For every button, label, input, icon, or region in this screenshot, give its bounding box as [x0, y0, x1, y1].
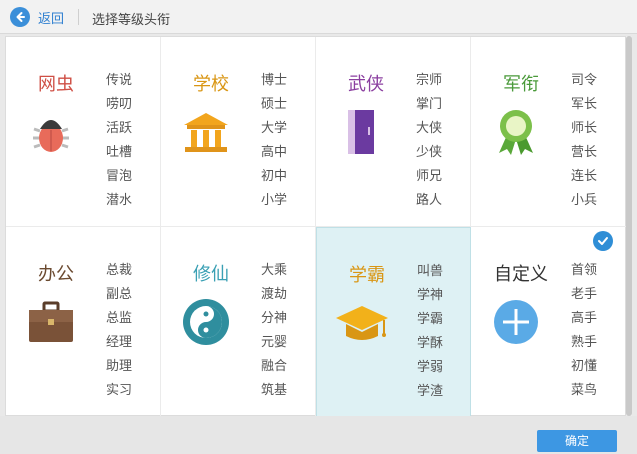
level-item: 师兄 [416, 169, 443, 184]
title-category-panel: 网虫 传说 唠叨 活跃 吐槽 冒泡 潜水 学校 博士 硕士 大学 高中 初中 小… [5, 36, 626, 417]
level-item: 学霸 [417, 312, 444, 327]
back-arrow-icon [10, 7, 30, 27]
category-card-cultivation[interactable]: 修仙 大乘 渡劫 分神 元婴 融合 筑基 [161, 227, 316, 417]
level-item: 大侠 [416, 121, 443, 136]
school-building-icon [181, 107, 231, 157]
level-item: 小兵 [571, 193, 598, 208]
level-list: 大乘 渡劫 分神 元婴 融合 筑基 [261, 259, 287, 403]
category-title: 学霸 [349, 265, 385, 286]
level-item: 宗师 [416, 73, 443, 88]
level-item: 菜鸟 [571, 383, 598, 398]
level-item: 分神 [261, 311, 288, 326]
level-item: 高中 [261, 145, 288, 160]
level-list: 传说 唠叨 活跃 吐槽 冒泡 潜水 [106, 69, 132, 213]
level-item: 师长 [571, 121, 598, 136]
medal-icon [491, 107, 541, 157]
category-card-internet[interactable]: 网虫 传说 唠叨 活跃 吐槽 冒泡 潜水 [6, 37, 161, 227]
level-item: 掌门 [416, 97, 443, 112]
level-item: 传说 [106, 73, 133, 88]
level-item: 少侠 [416, 145, 443, 160]
level-item: 副总 [106, 287, 133, 302]
scrollbar-thumb[interactable] [626, 36, 632, 416]
bug-icon [26, 107, 76, 157]
yin-yang-icon [181, 297, 231, 347]
header-divider [78, 9, 79, 25]
level-item: 营长 [571, 145, 598, 160]
level-item: 学神 [417, 288, 444, 303]
category-title: 自定义 [494, 264, 548, 285]
category-card-custom[interactable]: 自定义 首领 老手 高手 熟手 初懂 菜鸟 [471, 227, 626, 417]
level-item: 助理 [106, 359, 133, 374]
page-title: 选择等级头衔 [92, 13, 171, 28]
level-list: 首领 老手 高手 熟手 初懂 菜鸟 [571, 259, 597, 403]
level-item: 连长 [571, 169, 598, 184]
level-item: 熟手 [571, 335, 598, 350]
level-item: 初中 [261, 169, 288, 184]
briefcase-icon [26, 297, 76, 347]
level-item: 大学 [261, 121, 288, 136]
top-bar: 返回 选择等级头衔 [0, 0, 637, 34]
level-item: 筑基 [261, 383, 288, 398]
category-title: 武侠 [348, 74, 384, 95]
level-item: 路人 [416, 193, 443, 208]
level-item: 经理 [106, 335, 133, 350]
category-title: 网虫 [38, 74, 74, 95]
category-title: 学校 [193, 74, 229, 95]
level-item: 元婴 [261, 335, 288, 350]
category-title: 修仙 [193, 264, 229, 285]
level-item: 学渣 [417, 384, 444, 399]
level-item: 实习 [106, 383, 133, 398]
back-button[interactable]: 返回 [10, 7, 64, 27]
level-list: 总裁 副总 总监 经理 助理 实习 [106, 259, 132, 403]
level-item: 博士 [261, 73, 288, 88]
plus-circle-icon [491, 297, 541, 347]
category-title: 军衔 [503, 74, 539, 95]
level-item: 军长 [571, 97, 598, 112]
graduation-cap-icon [332, 298, 392, 348]
level-item: 学酥 [417, 336, 444, 351]
scrollbar-track[interactable] [626, 36, 632, 416]
checkmark-icon [593, 231, 613, 251]
level-item: 老手 [571, 287, 598, 302]
level-item: 叫兽 [417, 264, 444, 279]
level-item: 首领 [571, 263, 598, 278]
category-card-school[interactable]: 学校 博士 硕士 大学 高中 初中 小学 [161, 37, 316, 227]
level-item: 吐槽 [106, 145, 133, 160]
level-item: 高手 [571, 311, 598, 326]
level-item: 大乘 [261, 263, 288, 278]
level-list: 宗师 掌门 大侠 少侠 师兄 路人 [416, 69, 442, 213]
level-list: 叫兽 学神 学霸 学酥 学弱 学渣 [417, 260, 443, 404]
level-list: 司令 军长 师长 营长 连长 小兵 [571, 69, 597, 213]
category-card-office[interactable]: 办公 总裁 副总 总监 经理 助理 实习 [6, 227, 161, 417]
level-item: 冒泡 [106, 169, 133, 184]
confirm-button[interactable]: 确定 [537, 430, 617, 452]
level-item: 学弱 [417, 360, 444, 375]
category-card-military[interactable]: 军衔 司令 军长 师长 营长 连长 小兵 [471, 37, 626, 227]
book-icon [336, 107, 386, 157]
level-item: 总裁 [106, 263, 133, 278]
level-list: 博士 硕士 大学 高中 初中 小学 [261, 69, 287, 213]
level-item: 初懂 [571, 359, 598, 374]
level-item: 渡劫 [261, 287, 288, 302]
back-label: 返回 [38, 11, 65, 27]
level-item: 活跃 [106, 121, 133, 136]
category-card-xueba[interactable]: 学霸 叫兽 学神 学霸 学酥 学弱 学渣 [316, 227, 471, 417]
level-item: 总监 [106, 311, 133, 326]
level-item: 唠叨 [106, 97, 133, 112]
level-item: 司令 [571, 73, 598, 88]
level-item: 融合 [261, 359, 288, 374]
level-item: 潜水 [106, 193, 133, 208]
level-item: 硕士 [261, 97, 288, 112]
level-item: 小学 [261, 193, 288, 208]
category-title: 办公 [38, 264, 74, 285]
category-card-wuxia[interactable]: 武侠 宗师 掌门 大侠 少侠 师兄 路人 [316, 37, 471, 227]
